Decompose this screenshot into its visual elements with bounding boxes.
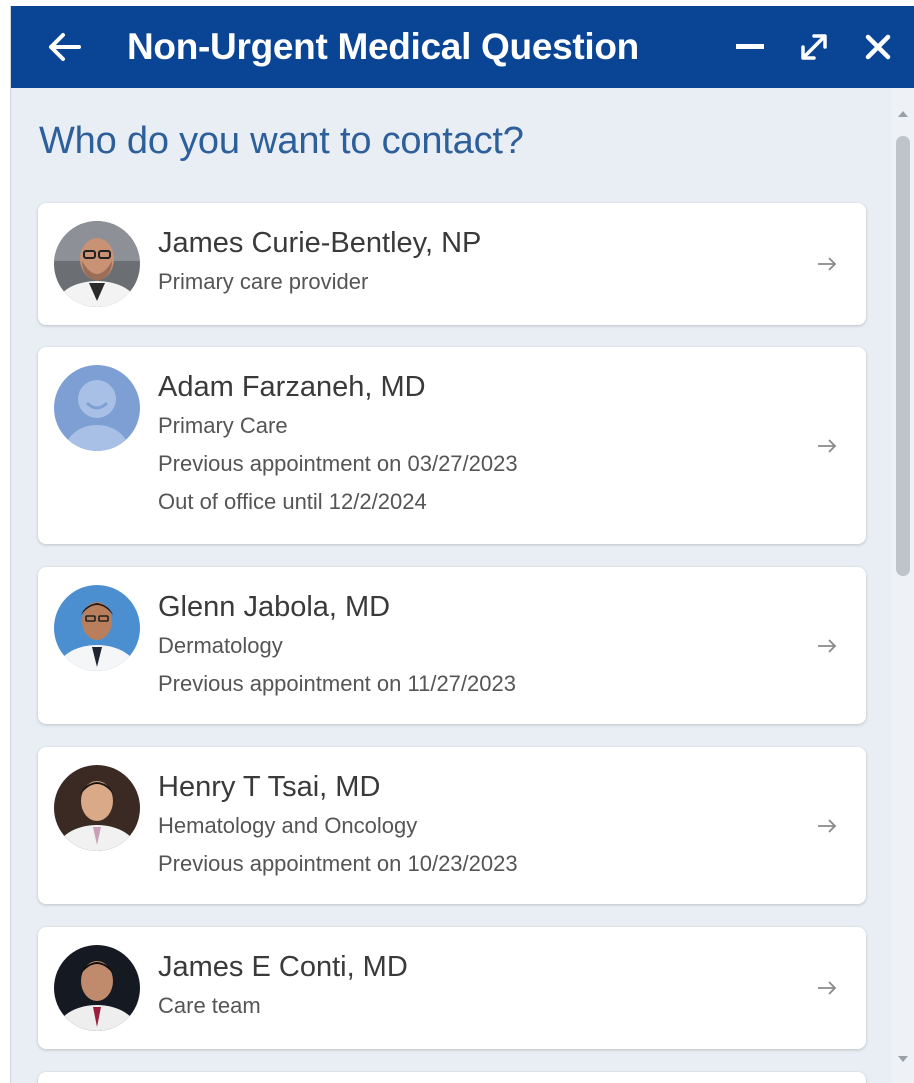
provider-card[interactable]: Henry T Tsai, MD Hematology and Oncology… (38, 747, 866, 904)
provider-detail: Primary care provider (158, 269, 369, 294)
provider-name: Glenn Jabola, MD (158, 591, 391, 623)
provider-card[interactable]: Glenn Jabola, MD Dermatology Previous ap… (38, 567, 866, 724)
window-title: Non-Urgent Medical Question (127, 26, 639, 67)
arrow-right-icon (818, 257, 837, 271)
provider-card[interactable]: Adam Farzaneh, MD Primary Care Previous … (38, 347, 866, 544)
provider-photo (54, 365, 140, 451)
back-button[interactable] (39, 22, 89, 72)
back-arrow-icon (49, 33, 81, 61)
provider-name: James E Conti, MD (158, 951, 408, 983)
arrow-right-icon (818, 981, 837, 995)
arrow-right-icon (818, 439, 837, 453)
vertical-scrollbar[interactable] (891, 88, 914, 1083)
scroll-up-icon[interactable] (897, 108, 909, 120)
provider-photo (54, 765, 140, 851)
expand-button[interactable] (789, 22, 839, 72)
arrow-right-icon (818, 639, 837, 653)
provider-detail: Care team (158, 993, 261, 1018)
provider-detail: Previous appointment on 10/23/2023 (158, 851, 518, 876)
provider-list-pane: Who do you want to contact? James Curie-… (11, 88, 891, 1083)
provider-photo (54, 585, 140, 671)
provider-detail: Primary Care (158, 413, 288, 438)
scroll-down-icon[interactable] (897, 1053, 909, 1065)
close-icon (865, 34, 891, 60)
message-window: Non-Urgent Medical Question Who do you w… (10, 6, 914, 1083)
minimize-button[interactable] (725, 22, 775, 72)
provider-card[interactable]: James Curie-Bentley, NP Primary care pro… (38, 203, 866, 325)
title-bar: Non-Urgent Medical Question (11, 6, 914, 88)
provider-photo (54, 945, 140, 1031)
close-button[interactable] (853, 22, 903, 72)
provider-card[interactable]: James E Conti, MD Care team (38, 927, 866, 1049)
page-heading: Who do you want to contact? (39, 120, 524, 162)
provider-card[interactable] (38, 1072, 866, 1083)
arrow-right-icon (818, 819, 837, 833)
provider-detail: Out of office until 12/2/2024 (158, 489, 427, 514)
expand-icon (801, 34, 827, 60)
provider-detail: Previous appointment on 11/27/2023 (158, 671, 516, 696)
scroll-thumb[interactable] (896, 136, 910, 576)
provider-photo (54, 221, 140, 307)
provider-detail: Dermatology (158, 633, 283, 658)
provider-name: Adam Farzaneh, MD (158, 371, 426, 403)
provider-detail: Hematology and Oncology (158, 813, 418, 838)
minimize-icon (736, 44, 764, 49)
provider-name: James Curie-Bentley, NP (158, 227, 482, 259)
provider-name: Henry T Tsai, MD (158, 771, 381, 803)
provider-detail: Previous appointment on 03/27/2023 (158, 451, 518, 476)
